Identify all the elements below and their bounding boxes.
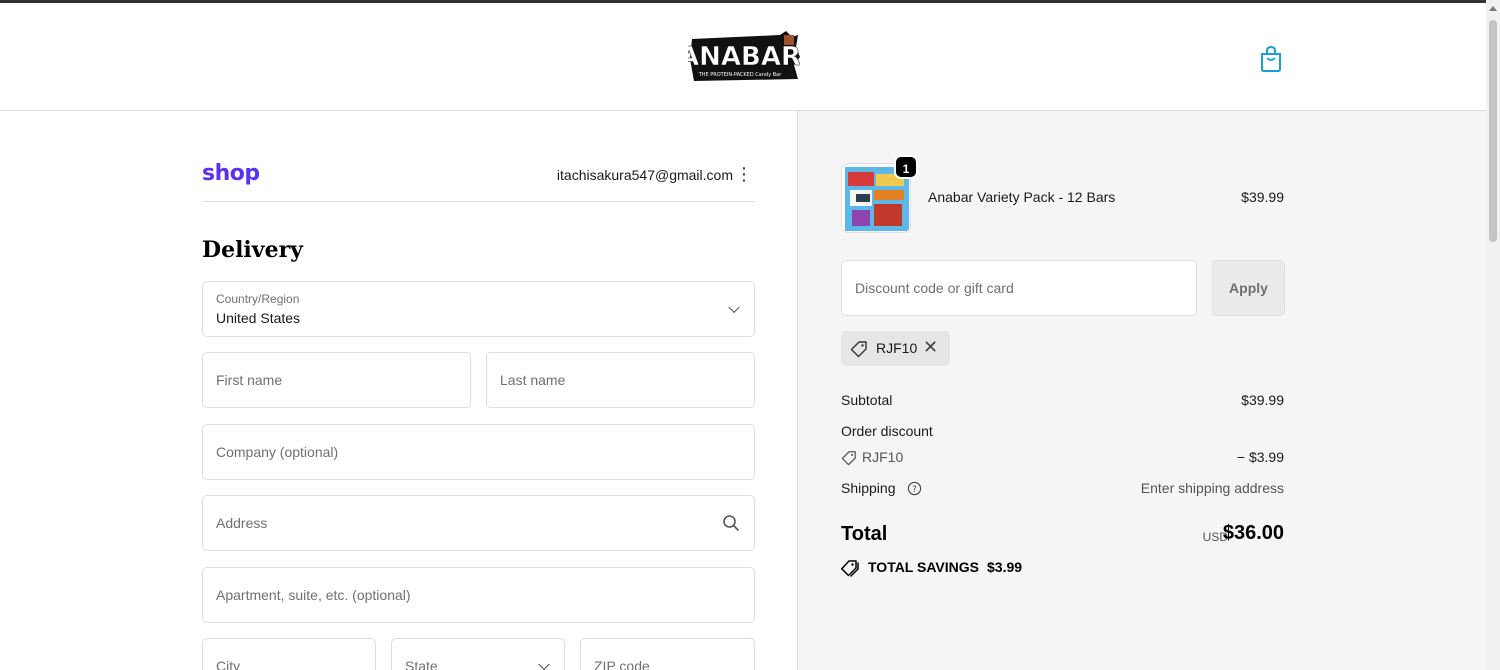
country-label: Country/Region [216,292,300,306]
delivery-heading: Delivery [202,237,303,263]
first-name-field[interactable]: First name [202,352,471,408]
page-scrollbar[interactable] [1486,0,1500,670]
tag-icon [841,451,856,466]
zip-placeholder: ZIP code [594,658,650,670]
zip-field[interactable]: ZIP code [580,638,755,670]
quantity-badge: 1 [894,155,918,179]
first-name-placeholder: First name [216,372,283,388]
shop-account-row: shop itachisakura547@gmail.com ⋮ [202,161,755,202]
chevron-down-icon [728,301,740,314]
account-email: itachisakura547@gmail.com [556,167,733,183]
svg-text:?: ? [912,484,916,494]
total-value: $36.00 [1222,522,1284,544]
city-placeholder: City [216,658,241,670]
chevron-down-icon [538,658,550,670]
order-discount-label: Order discount [841,423,933,439]
search-icon [723,515,739,531]
last-name-field[interactable]: Last name [486,352,755,408]
last-name-placeholder: Last name [500,372,566,388]
subtotal-label: Subtotal [841,392,893,408]
svg-text:ANABAR: ANABAR [688,42,800,72]
total-label: Total [841,523,888,545]
state-select[interactable]: State [391,638,565,670]
discount-code-input[interactable]: Discount code or gift card [841,260,1197,316]
checkout-form-panel: shop itachisakura547@gmail.com ⋮ Deliver… [0,111,797,670]
scrollbar-thumb[interactable] [1489,20,1497,242]
country-value: United States [216,310,301,326]
company-field[interactable]: Company (optional) [202,424,755,480]
company-placeholder: Company (optional) [216,444,339,460]
site-header: ANABAR THE PROTEIN-PACKED Candy Bar [0,3,1486,111]
discount-placeholder: Discount code or gift card [855,280,1014,296]
shipping-label: Shipping [841,480,896,496]
applied-code: RJF10 [876,340,918,356]
remove-discount-icon[interactable]: ✕ [923,337,938,358]
anabar-logo[interactable]: ANABAR THE PROTEIN-PACKED Candy Bar [688,29,800,85]
shop-pay-logo: shop [202,161,260,186]
discount-value: − $3.99 [1236,449,1284,465]
discount-code-label: RJF10 [862,449,904,465]
country-select[interactable]: Country/Region United States [202,281,755,337]
apply-button[interactable]: Apply [1212,260,1285,316]
address-placeholder: Address [216,515,268,531]
applied-discount-pill: RJF10 ✕ [841,331,950,366]
apartment-placeholder: Apartment, suite, etc. (optional) [216,587,411,603]
address-field[interactable]: Address [202,495,755,551]
help-icon[interactable]: ? [907,481,922,496]
state-placeholder: State [405,658,438,670]
product-name: Anabar Variety Pack - 12 Bars [928,189,1116,205]
scroll-up-arrow-icon[interactable] [1489,6,1497,11]
tag-icon [850,341,867,358]
apartment-field[interactable]: Apartment, suite, etc. (optional) [202,567,755,623]
shopping-bag-icon[interactable] [1258,45,1284,73]
svg-text:THE PROTEIN-PACKED Candy Bar: THE PROTEIN-PACKED Candy Bar [698,72,783,78]
savings-label: TOTAL SAVINGS [868,559,979,575]
tags-icon [841,560,859,577]
savings-value: $3.99 [987,559,1023,575]
more-options-icon[interactable]: ⋮ [735,164,753,184]
city-field[interactable]: City [202,638,376,670]
subtotal-value: $39.99 [1241,392,1284,408]
order-summary-panel: 1 Anabar Variety Pack - 12 Bars $39.99 D… [797,111,1486,670]
shipping-value: Enter shipping address [1140,480,1284,496]
product-price: $39.99 [1241,189,1284,205]
